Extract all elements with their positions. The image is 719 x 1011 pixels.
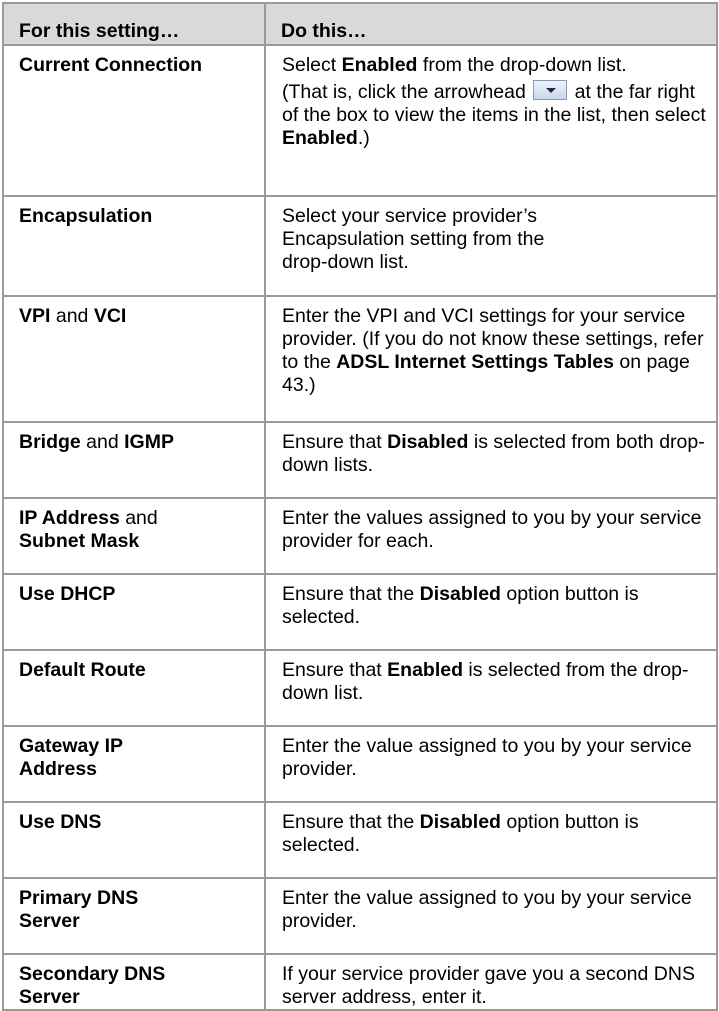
settings-table: For this setting… Do this… Current Conne… [2,2,718,1011]
action-text: Ensure that the Disabled option button i… [282,811,708,857]
action-text-part: Select [282,54,342,76]
table-row: Use DHCP Ensure that the Disabled option… [2,573,718,651]
action-cell: Ensure that Disabled is selected from bo… [264,421,718,499]
action-text: Ensure that the Disabled option button i… [282,583,708,629]
setting-label: Gateway IP Address [19,735,123,780]
action-cell: If your service provider gave you a seco… [264,953,718,1011]
action-cell: Ensure that the Disabled option button i… [264,573,718,651]
setting-label: Default Route [19,659,146,681]
action-text-part: Ensure that the [282,583,420,605]
action-cell: Ensure that Enabled is selected from the… [264,649,718,727]
action-text: (That is, click the arrowhead at the far… [282,80,708,150]
action-text: Select your service provider’s Encapsula… [282,205,545,273]
setting-label: IGMP [124,431,174,453]
setting-label: VPI [19,305,51,327]
action-text-part: (That is, click the arrowhead [282,81,532,103]
setting-cell: VPI and VCI [2,295,266,423]
table-row: Current Connection Select Enabled from t… [2,44,718,197]
action-keyword: ADSL Internet Settings Tables [336,351,614,373]
setting-label: Encapsulation [19,205,153,227]
table-row: Bridge and IGMP Ensure that Disabled is … [2,421,718,499]
header-action: Do this… [264,2,718,46]
action-text-part: Ensure that [282,431,388,453]
action-cell: Enter the VPI and VCI settings for your … [264,295,718,423]
setting-label: Use DNS [19,811,102,833]
setting-cell: Secondary DNS Server [2,953,266,1011]
setting-label-connector: and [80,431,125,453]
dropdown-arrow-icon [533,80,568,100]
setting-cell: Bridge and IGMP [2,421,266,499]
setting-label: Subnet Mask [19,530,140,552]
action-text-part: Ensure that the [282,811,420,833]
action-text: Enter the value assigned to you by your … [282,735,692,780]
action-keyword: Disabled [419,811,501,833]
action-cell: Select Enabled from the drop-down list. … [264,44,718,197]
action-text-part: from the drop-down list. [417,54,627,76]
action-text: Enter the values assigned to you by your… [282,507,702,552]
table-header-row: For this setting… Do this… [2,2,718,46]
action-keyword: Disabled [419,583,501,605]
setting-label-connector: and [119,507,158,529]
setting-label: IP Address [19,507,120,529]
action-text: Select Enabled from the drop-down list. [282,54,708,77]
action-cell: Select your service provider’s Encapsula… [264,195,718,297]
action-keyword: Enabled [387,659,464,681]
action-text: If your service provider gave you a seco… [282,963,695,1008]
setting-cell: Current Connection [2,44,266,197]
setting-cell: Default Route [2,649,266,727]
action-text: Enter the VPI and VCI settings for your … [282,305,708,397]
action-cell: Enter the value assigned to you by your … [264,877,718,955]
setting-label-connector: and [50,305,94,327]
setting-cell: Gateway IP Address [2,725,266,803]
setting-label: Use DHCP [19,583,116,605]
action-cell: Ensure that the Disabled option button i… [264,801,718,879]
setting-cell: IP Address and Subnet Mask [2,497,266,575]
setting-cell: Encapsulation [2,195,266,297]
action-cell: Enter the value assigned to you by your … [264,725,718,803]
setting-label: Secondary DNS Server [19,963,166,1008]
setting-cell: Use DHCP [2,573,266,651]
setting-label: Primary DNS Server [19,887,139,932]
table-row: VPI and VCI Enter the VPI and VCI settin… [2,295,718,423]
header-setting: For this setting… [2,2,266,46]
action-text: Ensure that Disabled is selected from bo… [282,431,708,477]
action-cell: Enter the values assigned to you by your… [264,497,718,575]
table-row: IP Address and Subnet Mask Enter the val… [2,497,718,575]
table-row: Default Route Ensure that Enabled is sel… [2,649,718,727]
table-row: Primary DNS Server Enter the value assig… [2,877,718,955]
setting-label: Bridge [19,431,81,453]
action-keyword: Enabled [341,54,418,76]
setting-cell: Primary DNS Server [2,877,266,955]
action-text-part: Ensure that [282,659,388,681]
action-text: Ensure that Enabled is selected from the… [282,659,708,705]
setting-cell: Use DNS [2,801,266,879]
table-row: Gateway IP Address Enter the value assig… [2,725,718,803]
table-row: Secondary DNS Server If your service pro… [2,953,718,1011]
action-text: Enter the value assigned to you by your … [282,887,692,932]
setting-label: VCI [93,305,127,327]
table-row: Encapsulation Select your service provid… [2,195,718,297]
action-text-part: .) [357,127,370,149]
action-keyword: Enabled [282,127,358,149]
table-row: Use DNS Ensure that the Disabled option … [2,801,718,879]
action-keyword: Disabled [387,431,469,453]
setting-label: Current Connection [19,54,203,76]
